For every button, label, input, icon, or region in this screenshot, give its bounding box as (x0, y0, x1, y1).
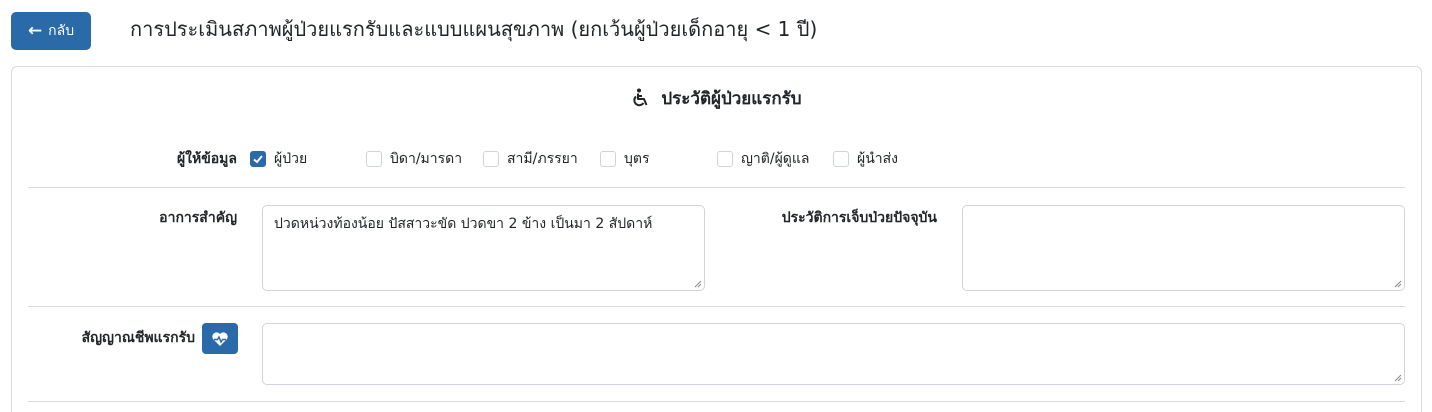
back-button-label: กลับ (48, 23, 75, 39)
arrow-left-icon: ← (27, 20, 43, 41)
informant-option-patient[interactable]: ผู้ป่วย (250, 149, 307, 169)
informant-option-label: ผู้นำส่ง (857, 151, 899, 167)
informant-option-parent[interactable]: บิดา/มารดา (366, 149, 462, 169)
vital-signs-textarea[interactable] (262, 323, 1405, 385)
wheelchair-icon (631, 88, 651, 115)
section-title: ประวัติผู้ป่วยแรกรับ (12, 87, 1421, 115)
checkbox-escort[interactable] (833, 151, 849, 167)
informant-option-label: บุตร (624, 151, 650, 167)
informant-option-label: ญาติ/ผู้ดูแล (741, 151, 810, 167)
present-illness-label: ประวัติการเจ็บป่วยปัจจุบัน (781, 210, 937, 226)
checkbox-child[interactable] (600, 151, 616, 167)
informant-option-label: สามี/ภรรยา (507, 151, 578, 167)
informant-option-escort[interactable]: ผู้นำส่ง (833, 149, 898, 169)
informant-option-label: บิดา/มารดา (390, 151, 463, 167)
checkbox-patient[interactable] (250, 151, 266, 167)
informant-option-relative[interactable]: ญาติ/ผู้ดูแล (717, 149, 810, 169)
patient-history-card: ประวัติผู้ป่วยแรกรับ ผู้ให้ข้อมูล ผู้ป่ว… (11, 66, 1422, 412)
informant-option-label: ผู้ป่วย (274, 151, 308, 167)
section-title-text: ประวัติผู้ป่วยแรกรับ (661, 89, 802, 109)
check-icon (253, 155, 263, 164)
checkbox-relative[interactable] (717, 151, 733, 167)
resize-grip-icon (694, 280, 702, 288)
heart-pulse-icon (212, 331, 228, 346)
divider (28, 187, 1405, 188)
divider (28, 306, 1405, 307)
checkbox-parent[interactable] (366, 151, 382, 167)
informant-label: ผู้ให้ข้อมูล (176, 151, 237, 167)
present-illness-textarea[interactable] (962, 205, 1405, 291)
resize-grip-icon (1394, 280, 1402, 288)
back-button[interactable]: ← กลับ (11, 12, 91, 50)
chief-complaint-value: ปวดหน่วงท้องน้อย ปัสสาวะขัด ปวดขา 2 ข้าง… (274, 216, 653, 232)
page-title: การประเมินสภาพผู้ป่วยแรกรับและแบบแผนสุขภ… (130, 17, 818, 41)
vital-signs-label: สัญญาณชีพแรกรับ (81, 330, 195, 346)
checkbox-spouse[interactable] (483, 151, 499, 167)
informant-option-spouse[interactable]: สามี/ภรรยา (483, 149, 578, 169)
informant-option-child[interactable]: บุตร (600, 149, 650, 169)
divider (28, 401, 1405, 402)
chief-complaint-label: อาการสำคัญ (159, 210, 237, 226)
chief-complaint-textarea[interactable]: ปวดหน่วงท้องน้อย ปัสสาวะขัด ปวดขา 2 ข้าง… (262, 205, 705, 291)
vital-signs-button[interactable] (202, 323, 238, 354)
resize-grip-icon (1394, 374, 1402, 382)
